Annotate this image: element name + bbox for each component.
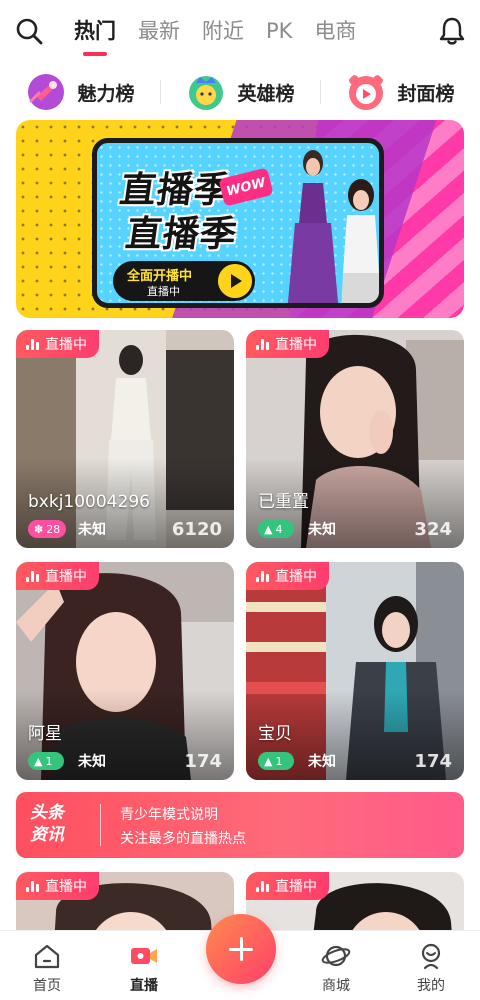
live-badge: 直播中 — [16, 562, 99, 590]
banner-tv-screen: 直播季 直播季 WOW 全面开播中 直播中 — [92, 138, 384, 308]
nav-live[interactable]: 直播 — [114, 941, 174, 995]
promo-banner[interactable]: 直播季 直播季 WOW 全面开播中 直播中 — [16, 120, 464, 318]
profile-icon — [421, 943, 441, 970]
live-bars-icon — [26, 880, 39, 892]
nav-home[interactable]: 首页 — [17, 941, 77, 995]
hero-rank-icon — [189, 76, 224, 110]
level-badge: ✽ 28 — [28, 520, 67, 538]
live-bars-icon — [256, 338, 269, 350]
news-badge-line2: 资讯 — [30, 825, 64, 845]
nav-me[interactable]: 我的 — [401, 941, 461, 995]
tab-pk[interactable]: PK — [266, 14, 292, 48]
streamer-region: 未知 — [78, 754, 106, 770]
nav-me-label: 我的 — [417, 978, 445, 994]
nav-live-label: 直播 — [130, 978, 158, 994]
viewer-count: 174 — [414, 751, 452, 772]
start-live-plus-button[interactable] — [206, 914, 276, 984]
live-badge-label: 直播中 — [45, 879, 87, 895]
live-badge: 直播中 — [16, 872, 99, 900]
bell-icon[interactable] — [438, 16, 466, 46]
planet-icon — [321, 945, 351, 967]
streamer-name: 已重置 — [258, 492, 309, 512]
viewer-count: 324 — [414, 519, 452, 540]
news-divider — [100, 804, 101, 846]
news-headline-2[interactable]: 关注最多的直播热点 — [120, 828, 246, 848]
live-badge-label: 直播中 — [45, 337, 87, 353]
news-badge-line1: 头条 — [30, 803, 64, 823]
top-nav: 热门 最新 附近 PK 电商 — [0, 0, 480, 62]
banner-headline-line2: 直播季 — [123, 214, 240, 255]
triangle-icon: ▲ — [264, 522, 273, 536]
level-value: 1 — [275, 754, 283, 768]
live-badge-label: 直播中 — [275, 569, 317, 585]
tab-ecommerce[interactable]: 电商 — [314, 14, 356, 48]
triangle-icon: ▲ — [264, 754, 273, 768]
rank-row: 魅力榜 英雄榜 封面榜 — [0, 66, 480, 118]
rank-hero-label: 英雄榜 — [237, 82, 295, 105]
triangle-icon: ▲ — [34, 754, 43, 768]
banner-models-illustration — [287, 150, 379, 303]
rank-charm-label: 魅力榜 — [77, 82, 135, 105]
level-value: 4 — [275, 522, 283, 536]
nav-mall[interactable]: 商城 — [306, 941, 366, 995]
rank-charm[interactable]: 魅力榜 — [0, 72, 160, 112]
home-icon — [34, 944, 60, 969]
live-badge: 直播中 — [16, 330, 99, 358]
stream-card[interactable]: 直播中 已重置 ▲ 4 未知 324 — [246, 330, 464, 548]
streamer-name: 阿星 — [28, 724, 62, 744]
live-badge: 直播中 — [246, 330, 329, 358]
nav-home-label: 首页 — [33, 978, 61, 994]
news-headline-1[interactable]: 青少年模式说明 — [120, 804, 218, 824]
rank-hero[interactable]: 英雄榜 — [160, 72, 320, 112]
rank-cover[interactable]: 封面榜 — [320, 72, 480, 112]
banner-cta-subtitle: 直播中 — [147, 285, 180, 298]
flower-icon: ✽ — [34, 522, 44, 536]
search-icon[interactable] — [14, 16, 44, 46]
banner-cta[interactable]: 全面开播中 直播中 — [113, 261, 255, 301]
streamer-region: 未知 — [308, 754, 336, 770]
level-badge: ▲ 1 — [28, 752, 64, 770]
live-badge-label: 直播中 — [45, 569, 87, 585]
tab-latest[interactable]: 最新 — [138, 14, 180, 48]
stream-card[interactable]: 直播中 阿星 ▲ 1 未知 174 — [16, 562, 234, 780]
streamer-name: bxkj10004296 — [28, 492, 150, 512]
level-badge: ▲ 4 — [258, 520, 294, 538]
tab-hot[interactable]: 热门 — [74, 14, 116, 56]
category-tabs: 热门 最新 附近 PK 电商 — [74, 14, 356, 56]
stream-card[interactable]: 直播中 bxkj10004296 ✽ 28 未知 6120 — [16, 330, 234, 548]
level-value: 1 — [45, 754, 53, 768]
news-badge: 头条 资讯 — [30, 802, 78, 846]
play-icon — [218, 264, 252, 298]
level-value: 28 — [46, 522, 61, 536]
streamer-region: 未知 — [308, 522, 336, 538]
live-badge-label: 直播中 — [275, 337, 317, 353]
viewer-count: 174 — [184, 751, 222, 772]
live-bars-icon — [26, 338, 39, 350]
live-bars-icon — [26, 570, 39, 582]
stream-card[interactable]: 直播中 宝贝 ▲ 1 未知 174 — [246, 562, 464, 780]
level-badge: ▲ 1 — [258, 752, 294, 770]
viewer-count: 6120 — [171, 519, 222, 540]
streamer-name: 宝贝 — [258, 724, 292, 744]
news-banner[interactable]: 头条 资讯 青少年模式说明 关注最多的直播热点 — [16, 792, 464, 858]
live-bars-icon — [256, 880, 269, 892]
cover-rank-icon — [349, 75, 384, 110]
live-badge: 直播中 — [246, 562, 329, 590]
live-camera-icon — [131, 948, 157, 964]
live-badge: 直播中 — [246, 872, 329, 900]
charm-rank-icon — [28, 74, 65, 110]
nav-mall-label: 商城 — [322, 978, 350, 994]
live-badge-label: 直播中 — [275, 879, 317, 895]
live-bars-icon — [256, 570, 269, 582]
streamer-region: 未知 — [78, 522, 106, 538]
tab-nearby[interactable]: 附近 — [202, 14, 244, 48]
rank-cover-label: 封面榜 — [397, 82, 455, 105]
banner-cta-title: 全面开播中 — [127, 269, 193, 284]
